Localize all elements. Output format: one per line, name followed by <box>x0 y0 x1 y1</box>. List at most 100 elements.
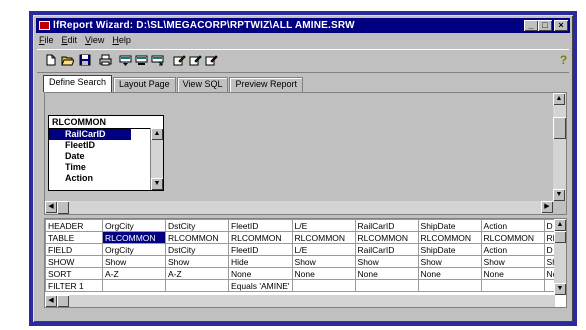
scroll-left-icon[interactable]: ◀ <box>45 201 57 213</box>
open-icon[interactable] <box>61 54 74 66</box>
scroll-thumb[interactable] <box>554 231 566 243</box>
grid-cell[interactable]: RLCOMMON <box>354 231 419 244</box>
grid-cell[interactable]: RLCOMMON <box>102 231 166 244</box>
grid-cell[interactable]: L/E <box>291 243 356 256</box>
grid-cell[interactable]: RLCOMMON <box>417 231 482 244</box>
grid-cell[interactable]: RLCOMMON <box>291 231 356 244</box>
grid-cell[interactable]: A-Z <box>102 267 166 280</box>
grid-cell[interactable] <box>165 279 229 292</box>
scroll-thumb[interactable] <box>553 117 566 139</box>
scroll-down-icon[interactable]: ▼ <box>151 178 163 190</box>
minimize-button[interactable]: _ <box>524 20 538 31</box>
grid-cell[interactable]: Action <box>480 243 545 256</box>
grid-row-table: TABLE RLCOMMON RLCOMMON RLCOMMON RLCOMMO… <box>45 231 566 244</box>
grid-column-header[interactable]: FleetID <box>228 219 293 232</box>
grid-cell[interactable]: Show <box>291 255 356 268</box>
scroll-right-icon[interactable]: ▶ <box>541 201 553 213</box>
tab-view-sql[interactable]: View SQL <box>176 77 229 92</box>
help-icon[interactable]: ? <box>557 54 570 66</box>
field-item[interactable]: Action <box>49 173 131 184</box>
grid-row-label: FILTER 1 <box>45 279 103 292</box>
grid-cell[interactable]: ShipDate <box>417 243 482 256</box>
pane-vertical-scrollbar[interactable]: ▲ ▼ <box>553 93 566 201</box>
field-list-scrollbar[interactable]: ▲ ▼ <box>150 128 163 190</box>
query-export-icon[interactable] <box>151 54 164 66</box>
menu-file[interactable]: File <box>39 35 54 48</box>
grid-horizontal-scrollbar[interactable]: ◀ <box>45 295 555 307</box>
scroll-down-icon[interactable]: ▼ <box>553 189 565 201</box>
grid-cell[interactable]: FleetID <box>228 243 293 256</box>
scroll-up-icon[interactable]: ▲ <box>151 128 163 140</box>
grid-column-header[interactable]: RailCarID <box>354 219 419 232</box>
grid-row-show: SHOW Show Show Hide Show Show Show Show … <box>45 255 566 268</box>
field-item[interactable]: Date <box>49 151 131 162</box>
grid-cell[interactable]: Show <box>354 255 419 268</box>
grid-cell[interactable]: None <box>228 267 293 280</box>
print-icon[interactable] <box>99 54 112 66</box>
scroll-up-icon[interactable]: ▲ <box>554 219 566 231</box>
grid-column-header[interactable]: L/E <box>291 219 356 232</box>
edit-copy-icon[interactable] <box>189 54 202 66</box>
grid-cell[interactable]: RLCOMMON <box>228 231 293 244</box>
new-icon[interactable] <box>45 54 58 66</box>
scroll-thumb[interactable] <box>57 295 69 307</box>
save-icon[interactable] <box>79 54 92 66</box>
grid-cell[interactable]: Equals 'AMINE' <box>228 279 293 292</box>
grid-cell[interactable]: RLCOMMON <box>480 231 545 244</box>
table-name: RLCOMMON <box>49 116 163 129</box>
menu-help[interactable]: Help <box>112 35 131 48</box>
scroll-left-icon[interactable]: ◀ <box>45 295 57 307</box>
grid-cell[interactable] <box>417 279 482 292</box>
grid-cell[interactable]: Show <box>480 255 545 268</box>
scroll-down-icon[interactable]: ▼ <box>554 283 566 295</box>
grid-cell[interactable]: Hide <box>228 255 293 268</box>
grid-cell[interactable] <box>102 279 166 292</box>
title-bar[interactable]: lfReport Wizard: D:\SL\MEGACORP\RPTWIZ\A… <box>36 18 570 33</box>
scroll-up-icon[interactable]: ▲ <box>553 93 565 105</box>
grid-column-header[interactable]: OrgCity <box>102 219 166 232</box>
grid-cell[interactable]: DstCity <box>165 243 229 256</box>
grid-cell[interactable] <box>291 279 356 292</box>
grid-cell[interactable]: OrgCity <box>102 243 166 256</box>
tab-define-search[interactable]: Define Search <box>43 75 113 92</box>
grid-cell[interactable] <box>354 279 419 292</box>
grid-cell[interactable]: RailCarID <box>354 243 419 256</box>
close-button[interactable]: × <box>554 20 568 31</box>
field-item[interactable]: RailCarID <box>49 129 131 140</box>
grid-column-header[interactable]: DstCity <box>165 219 229 232</box>
edit-icon[interactable] <box>173 54 186 66</box>
menu-edit[interactable]: Edit <box>62 35 78 48</box>
menu-view[interactable]: View <box>85 35 104 48</box>
grid-cell[interactable]: None <box>480 267 545 280</box>
query-icon[interactable] <box>119 54 132 66</box>
pane-horizontal-scrollbar[interactable]: ◀ ▶ <box>45 201 553 214</box>
toolbar: ? <box>37 49 569 73</box>
query-grid[interactable]: HEADER OrgCity DstCity FleetID L/E RailC… <box>44 218 567 308</box>
tab-layout-page[interactable]: Layout Page <box>113 77 176 92</box>
grid-column-header[interactable]: Action <box>480 219 545 232</box>
grid-cell[interactable] <box>480 279 545 292</box>
field-item[interactable]: FleetID <box>49 140 131 151</box>
grid-cell[interactable]: Show <box>417 255 482 268</box>
grid-cell[interactable]: Show <box>165 255 229 268</box>
tab-preview-report[interactable]: Preview Report <box>229 77 303 92</box>
grid-row-filter: FILTER 1 Equals 'AMINE' <box>45 279 566 292</box>
maximize-button[interactable]: □ <box>538 20 552 31</box>
scroll-thumb[interactable] <box>57 201 69 214</box>
grid-cell[interactable]: None <box>291 267 356 280</box>
query-run-icon[interactable] <box>135 54 148 66</box>
edit-new-icon[interactable] <box>205 54 218 66</box>
grid-column-header[interactable]: ShipDate <box>417 219 482 232</box>
grid-vertical-scrollbar[interactable]: ▲ ▼ <box>554 219 566 295</box>
grid-cell[interactable]: Show <box>102 255 166 268</box>
field-item[interactable]: Time <box>49 162 131 173</box>
table-field-list[interactable]: RLCOMMON RailCarID FleetID Date Time Act… <box>48 115 164 191</box>
window-title: lfReport Wizard: D:\SL\MEGACORP\RPTWIZ\A… <box>53 20 355 31</box>
grid-cell[interactable]: None <box>354 267 419 280</box>
grid-cell[interactable]: A-Z <box>165 267 229 280</box>
app-icon[interactable] <box>39 21 50 30</box>
table-diagram-pane[interactable]: RLCOMMON RailCarID FleetID Date Time Act… <box>44 92 567 215</box>
report-wizard-window: lfReport Wizard: D:\SL\MEGACORP\RPTWIZ\A… <box>33 15 573 322</box>
grid-cell[interactable]: RLCOMMON <box>165 231 229 244</box>
grid-cell[interactable]: None <box>417 267 482 280</box>
